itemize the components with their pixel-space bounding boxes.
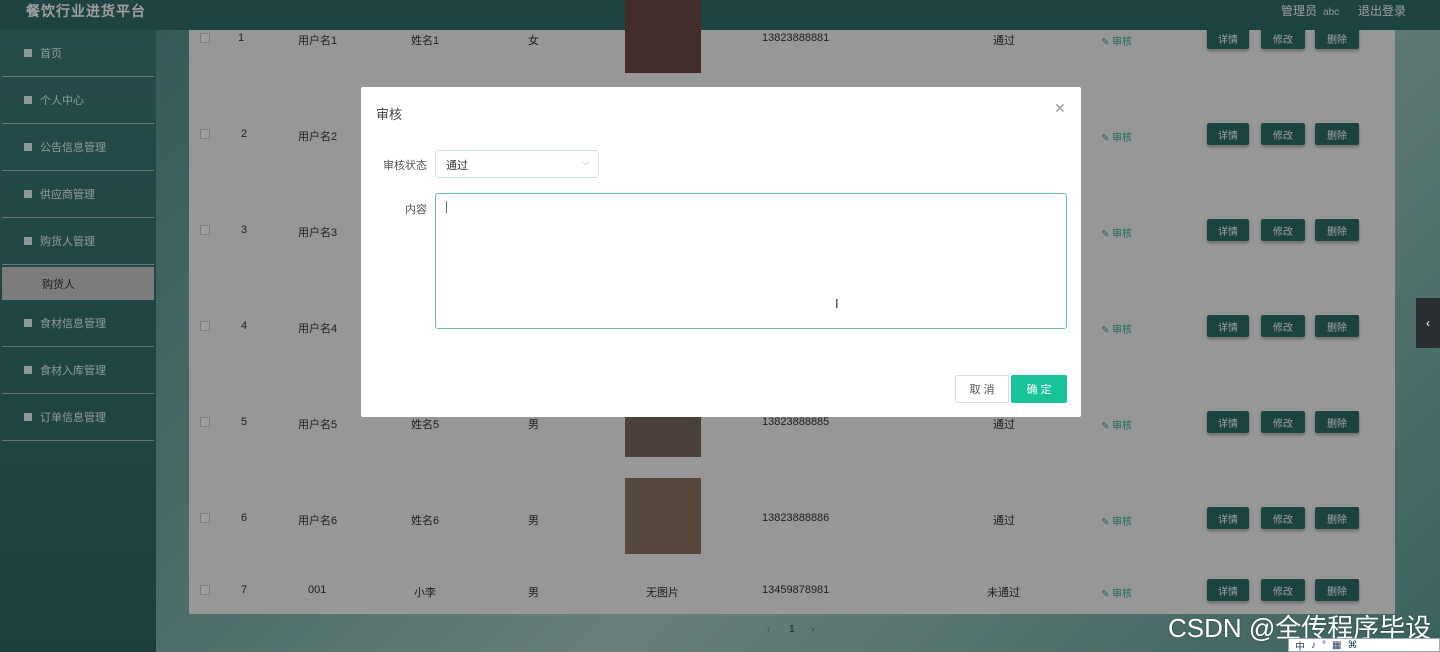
confirm-button[interactable]: 确 定 <box>1011 375 1067 403</box>
ime-item[interactable]: ♪ <box>1311 640 1316 651</box>
status-select-value: 通过 <box>446 160 468 172</box>
chevron-down-icon: ⌵ <box>582 157 589 167</box>
ime-item[interactable]: ° <box>1322 640 1326 651</box>
status-label: 审核状态 <box>383 160 427 172</box>
content-label: 内容 <box>405 204 427 216</box>
content-textarea[interactable] <box>435 193 1067 329</box>
ime-toolbar: 中 ♪ ° ▦ ⌘ <box>1288 638 1440 652</box>
ime-item[interactable]: ▦ <box>1332 640 1341 651</box>
text-caret <box>446 201 447 213</box>
chevron-left-icon[interactable]: ‹ <box>1416 298 1440 348</box>
ime-item[interactable]: 中 <box>1295 638 1305 652</box>
text-cursor-icon: I <box>835 296 839 311</box>
ime-item[interactable]: ⌘ <box>1347 640 1357 651</box>
audit-dialog: 审核 ✕ 审核状态 通过 ⌵ 内容 I 取 消 确 定 <box>361 87 1081 417</box>
dialog-title: 审核 <box>376 107 403 122</box>
close-icon[interactable]: ✕ <box>1054 100 1066 117</box>
status-select[interactable]: 通过 ⌵ <box>435 150 599 178</box>
cancel-button[interactable]: 取 消 <box>955 375 1009 403</box>
